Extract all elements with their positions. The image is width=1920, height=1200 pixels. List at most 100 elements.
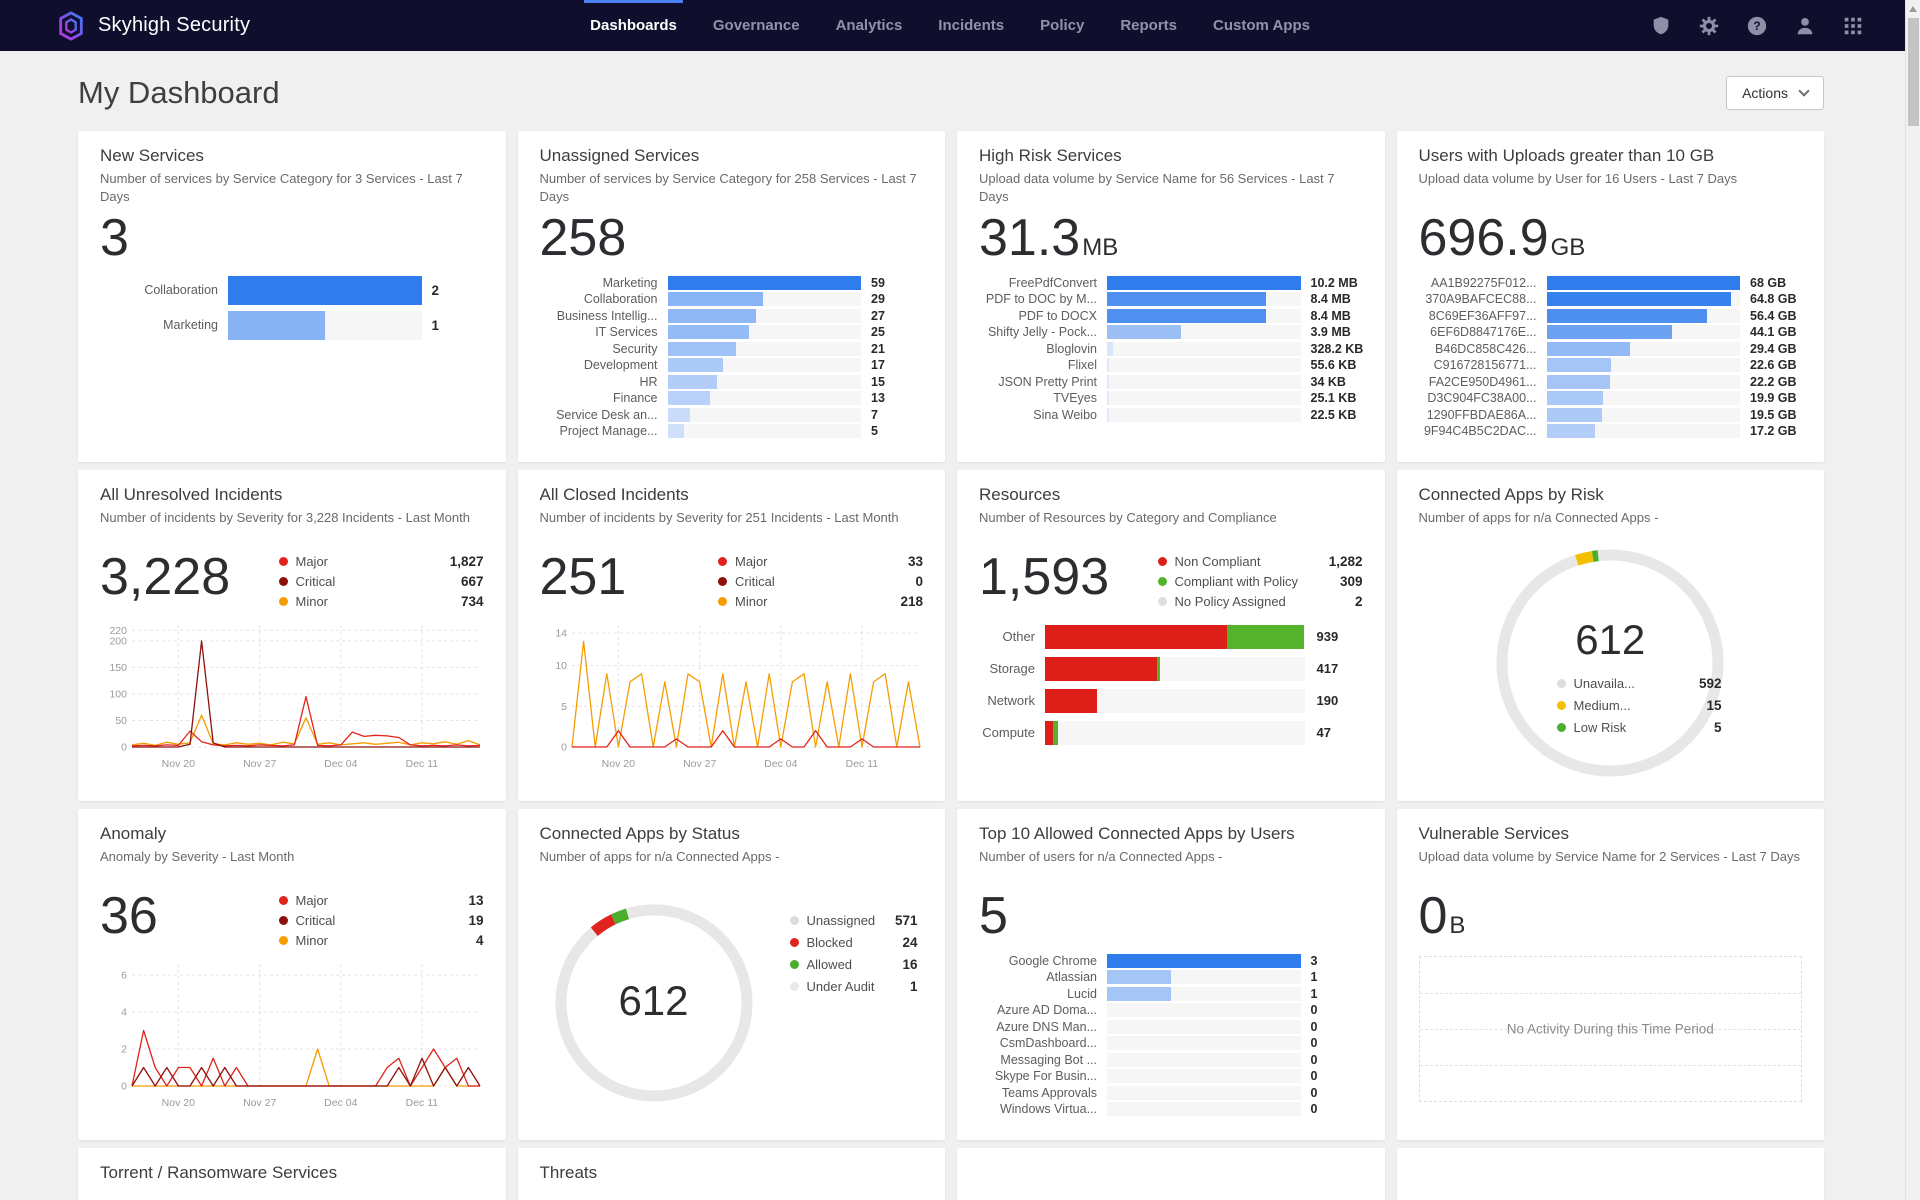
legend-label: Low Risk (1574, 720, 1627, 735)
time-series-chart[interactable]: 141050Nov 20Nov 27Dec 04Dec 11 (540, 619, 924, 776)
legend-item[interactable]: Under Audit1 (790, 979, 918, 994)
stacked-bar-row[interactable]: Compute47 (979, 721, 1363, 745)
nav-item-policy[interactable]: Policy (1040, 0, 1084, 51)
bar-row[interactable]: Finance13 (540, 391, 924, 405)
legend-item[interactable]: Major13 (279, 893, 484, 908)
brand[interactable]: Skyhigh Security (56, 11, 250, 41)
nav-item-custom-apps[interactable]: Custom Apps (1213, 0, 1310, 51)
bar-track (1107, 954, 1301, 968)
bar-row[interactable]: Azure DNS Man...0 (979, 1020, 1363, 1034)
stacked-bar-row[interactable]: Other939 (979, 625, 1363, 649)
bar-row[interactable]: Service Desk an...7 (540, 408, 924, 422)
card-title: Unassigned Services (540, 145, 924, 166)
bar-row[interactable]: HR15 (540, 375, 924, 389)
bar-row[interactable]: Project Manage...5 (540, 424, 924, 438)
bar-fill (1547, 408, 1602, 422)
card-title: All Closed Incidents (540, 484, 924, 505)
bar-track (1547, 292, 1741, 306)
vertical-scrollbar[interactable] (1905, 0, 1920, 1200)
legend-item[interactable]: Minor734 (279, 594, 484, 609)
bar-row[interactable]: 6EF6D8847176E...44.1 GB (1419, 325, 1803, 339)
bar-row[interactable]: Shifty Jelly - Pock...3.9 MB (979, 325, 1363, 339)
bar-row[interactable]: TVEyes25.1 KB (979, 391, 1363, 405)
legend-item[interactable]: Non Compliant1,282 (1158, 554, 1363, 569)
bar-value: 7 (861, 408, 923, 422)
bar-row[interactable]: Collaboration29 (540, 292, 924, 306)
bar-fill (1107, 391, 1109, 405)
bar-row[interactable]: Lucid1 (979, 987, 1363, 1001)
bar-row[interactable]: Security21 (540, 342, 924, 356)
bar-row[interactable]: 1290FFBDAE86A...19.5 GB (1419, 408, 1803, 422)
bar-row[interactable]: FA2CE950D4961...22.2 GB (1419, 375, 1803, 389)
bar-row[interactable]: 370A9BAFCEC88...64.8 GB (1419, 292, 1803, 306)
legend-item[interactable]: Medium...15 (1557, 698, 1722, 713)
card-new-services: New Services Number of services by Servi… (78, 131, 506, 462)
bar-track (1107, 391, 1301, 405)
bar-row[interactable]: Business Intellig...27 (540, 309, 924, 323)
bar-row[interactable]: AA1B92275F012...68 GB (1419, 276, 1803, 290)
bar-row[interactable]: C916728156771...22.6 GB (1419, 358, 1803, 372)
shield-icon[interactable] (1650, 15, 1672, 37)
help-icon[interactable]: ? (1746, 15, 1768, 37)
time-series-chart[interactable]: 220200150100500Nov 20Nov 27Dec 04Dec 11 (100, 619, 484, 776)
bar-row[interactable]: Flixel55.6 KB (979, 358, 1363, 372)
bar-row[interactable]: Teams Approvals0 (979, 1086, 1363, 1100)
legend-item[interactable]: Critical0 (718, 574, 923, 589)
legend-item[interactable]: Low Risk5 (1557, 720, 1722, 735)
bar-row[interactable]: D3C904FC38A00...19.9 GB (1419, 391, 1803, 405)
bar-row[interactable]: Marketing1 (100, 311, 484, 340)
actions-button[interactable]: Actions (1726, 76, 1824, 110)
legend-item[interactable]: Critical667 (279, 574, 484, 589)
bar-row[interactable]: JSON Pretty Print34 KB (979, 375, 1363, 389)
brand-name: Skyhigh Security (98, 14, 250, 37)
nav-item-analytics[interactable]: Analytics (836, 0, 903, 51)
legend-item[interactable]: Allowed16 (790, 957, 918, 972)
bar-row[interactable]: Sina Weibo22.5 KB (979, 408, 1363, 422)
bar-row[interactable]: B46DC858C426...29.4 GB (1419, 342, 1803, 356)
legend-value: 667 (461, 574, 484, 589)
legend-item[interactable]: Minor4 (279, 933, 484, 948)
bar-row[interactable]: Bloglovin328.2 KB (979, 342, 1363, 356)
legend-item[interactable]: Unassigned571 (790, 913, 918, 928)
user-icon[interactable] (1794, 15, 1816, 37)
bar-row[interactable]: Collaboration2 (100, 276, 484, 305)
bar-row[interactable]: PDF to DOCX8.4 MB (979, 309, 1363, 323)
legend-item[interactable]: Compliant with Policy309 (1158, 574, 1363, 589)
stacked-bar-row[interactable]: Network190 (979, 689, 1363, 713)
bar-row[interactable]: IT Services25 (540, 325, 924, 339)
legend-item[interactable]: Unavaila...592 (1557, 676, 1722, 691)
scrollbar-thumb[interactable] (1908, 18, 1919, 126)
nav-item-reports[interactable]: Reports (1120, 0, 1177, 51)
nav-item-dashboards[interactable]: Dashboards (590, 0, 677, 51)
bar-row[interactable]: CsmDashboard...0 (979, 1036, 1363, 1050)
bar-row[interactable]: Atlassian1 (979, 970, 1363, 984)
app-grid-icon[interactable] (1842, 15, 1864, 37)
bar-row[interactable]: 8C69EF36AFF97...56.4 GB (1419, 309, 1803, 323)
bar-row[interactable]: Google Chrome3 (979, 954, 1363, 968)
bar-row[interactable]: Marketing59 (540, 276, 924, 290)
legend-item[interactable]: Major33 (718, 554, 923, 569)
bar-value: 5 (861, 424, 923, 438)
legend-item[interactable]: Major1,827 (279, 554, 484, 569)
bar-row[interactable]: Azure AD Doma...0 (979, 1003, 1363, 1017)
bar-row[interactable]: FreePdfConvert10.2 MB (979, 276, 1363, 290)
legend-item[interactable]: Minor218 (718, 594, 923, 609)
bar-row[interactable]: Messaging Bot ...0 (979, 1053, 1363, 1067)
bar-row[interactable]: Skype For Busin...0 (979, 1069, 1363, 1083)
stacked-bar-row[interactable]: Storage417 (979, 657, 1363, 681)
legend-item[interactable]: No Policy Assigned2 (1158, 594, 1363, 609)
scrollbar-up-arrow-icon[interactable] (1909, 6, 1917, 12)
card-title: New Services (100, 145, 484, 166)
legend-item[interactable]: Blocked24 (790, 935, 918, 950)
gear-icon[interactable] (1698, 15, 1720, 37)
bar-row[interactable]: 9F94C4B5C2DAC...17.2 GB (1419, 424, 1803, 438)
bar-row[interactable]: Windows Virtua...0 (979, 1102, 1363, 1116)
bar-row[interactable]: PDF to DOC by M...8.4 MB (979, 292, 1363, 306)
bar-label: FreePdfConvert (979, 276, 1107, 290)
legend-item[interactable]: Critical19 (279, 913, 484, 928)
nav-item-governance[interactable]: Governance (713, 0, 800, 51)
nav-item-incidents[interactable]: Incidents (938, 0, 1004, 51)
time-series-chart[interactable]: 6420Nov 20Nov 27Dec 04Dec 11 (100, 958, 484, 1115)
card-vulnerable-services: Vulnerable Services Upload data volume b… (1397, 809, 1825, 1140)
bar-row[interactable]: Development17 (540, 358, 924, 372)
